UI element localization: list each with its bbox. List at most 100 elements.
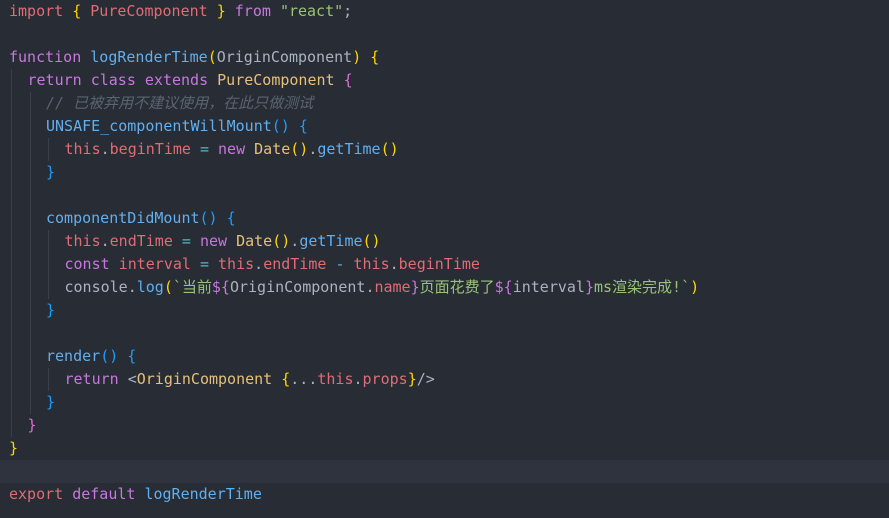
code-editor[interactable]: import { PureComponent } from "react"; fu…: [0, 0, 889, 518]
code-token: beginTime: [398, 255, 480, 273]
code-line[interactable]: [0, 460, 889, 483]
code-text: this.beginTime = new Date().getTime(): [9, 140, 399, 158]
code-token: ): [352, 48, 362, 66]
code-line[interactable]: }: [0, 161, 889, 184]
code-token: }: [407, 370, 417, 388]
code-token: function: [9, 48, 82, 66]
code-line[interactable]: render() {: [0, 345, 889, 368]
code-token: 页面花费了: [419, 278, 495, 296]
code-text: // 已被弃用不建议使用，在此只做测试: [9, 94, 313, 112]
code-line[interactable]: [0, 23, 889, 46]
code-text: const interval = this.endTime - this.beg…: [9, 255, 480, 273]
code-token: }: [9, 439, 19, 457]
code-line[interactable]: [0, 184, 889, 207]
code-token: />: [416, 370, 435, 388]
code-token: {: [281, 370, 291, 388]
code-line[interactable]: }: [0, 414, 889, 437]
code-token: ms渲染完成!`: [593, 278, 691, 296]
code-token: PureComponent: [217, 71, 335, 89]
code-token: .: [100, 232, 110, 250]
code-line[interactable]: return <OriginComponent {...this.props}/…: [0, 368, 889, 391]
code-token: OriginComponent: [229, 278, 366, 296]
code-token: =: [199, 140, 209, 158]
code-token: this: [64, 232, 101, 250]
code-token: (): [100, 347, 119, 365]
code-token: // 已被弃用不建议使用，在此只做测试: [46, 94, 314, 112]
code-token: console: [64, 278, 128, 296]
code-token: Date: [254, 140, 291, 158]
code-token: log: [136, 278, 164, 296]
code-token: {: [343, 71, 353, 89]
code-token: endTime: [109, 232, 173, 250]
code-text: return class extends PureComponent {: [9, 71, 353, 89]
code-token: OriginComponent: [216, 48, 353, 66]
code-token: interval: [118, 255, 191, 273]
code-token: this: [218, 255, 255, 273]
code-text: console.log(`当前${OriginComponent.name}页面…: [9, 278, 700, 296]
code-token: logRenderTime: [144, 485, 262, 503]
code-line[interactable]: UNSAFE_componentWillMount() {: [0, 115, 889, 138]
code-text: }: [9, 301, 55, 319]
code-token: this: [353, 255, 390, 273]
code-token: Date: [236, 232, 273, 250]
code-token: ;: [343, 2, 353, 20]
code-text: }: [9, 416, 37, 434]
code-token: logRenderTime: [90, 48, 208, 66]
code-token: .: [127, 278, 137, 296]
code-token: =: [199, 255, 209, 273]
code-token: {: [127, 347, 137, 365]
code-token: .: [290, 232, 300, 250]
code-line[interactable]: const interval = this.endTime - this.beg…: [0, 253, 889, 276]
code-line[interactable]: // 已被弃用不建议使用，在此只做测试: [0, 92, 889, 115]
code-token: .: [389, 255, 399, 273]
code-token: `当前: [172, 278, 212, 296]
code-token: extends: [144, 71, 209, 89]
code-text: return <OriginComponent {...this.props}/…: [9, 370, 435, 388]
code-text: function logRenderTime(OriginComponent) …: [9, 48, 379, 66]
code-line[interactable]: componentDidMount() {: [0, 207, 889, 230]
code-token: getTime: [317, 140, 381, 158]
code-token: .: [353, 370, 363, 388]
code-token: ${: [494, 278, 513, 296]
code-line[interactable]: }: [0, 437, 889, 460]
code-text: }: [9, 163, 55, 181]
code-token: interval: [512, 278, 585, 296]
code-token: }: [410, 278, 420, 296]
code-line[interactable]: }: [0, 391, 889, 414]
code-text: import { PureComponent } from "react";: [9, 2, 352, 20]
code-line[interactable]: export default logRenderTime: [0, 483, 889, 506]
code-token: props: [362, 370, 408, 388]
code-line[interactable]: import { PureComponent } from "react";: [0, 0, 889, 23]
code-line[interactable]: }: [0, 299, 889, 322]
code-token: }: [46, 163, 56, 181]
code-line[interactable]: return class extends PureComponent {: [0, 69, 889, 92]
code-token: }: [46, 301, 56, 319]
code-token: }: [27, 416, 37, 434]
code-token: PureComponent: [90, 2, 208, 20]
code-line[interactable]: this.beginTime = new Date().getTime(): [0, 138, 889, 161]
code-line[interactable]: function logRenderTime(OriginComponent) …: [0, 46, 889, 69]
code-line[interactable]: console.log(`当前${OriginComponent.name}页面…: [0, 276, 889, 299]
code-line[interactable]: this.endTime = new Date().getTime(): [0, 230, 889, 253]
code-token: beginTime: [109, 140, 191, 158]
code-token: {: [226, 209, 236, 227]
code-token: ...: [290, 370, 318, 388]
code-token: render: [46, 347, 101, 365]
code-line[interactable]: [0, 322, 889, 345]
code-token: OriginComponent: [136, 370, 273, 388]
code-text: componentDidMount() {: [9, 209, 236, 227]
